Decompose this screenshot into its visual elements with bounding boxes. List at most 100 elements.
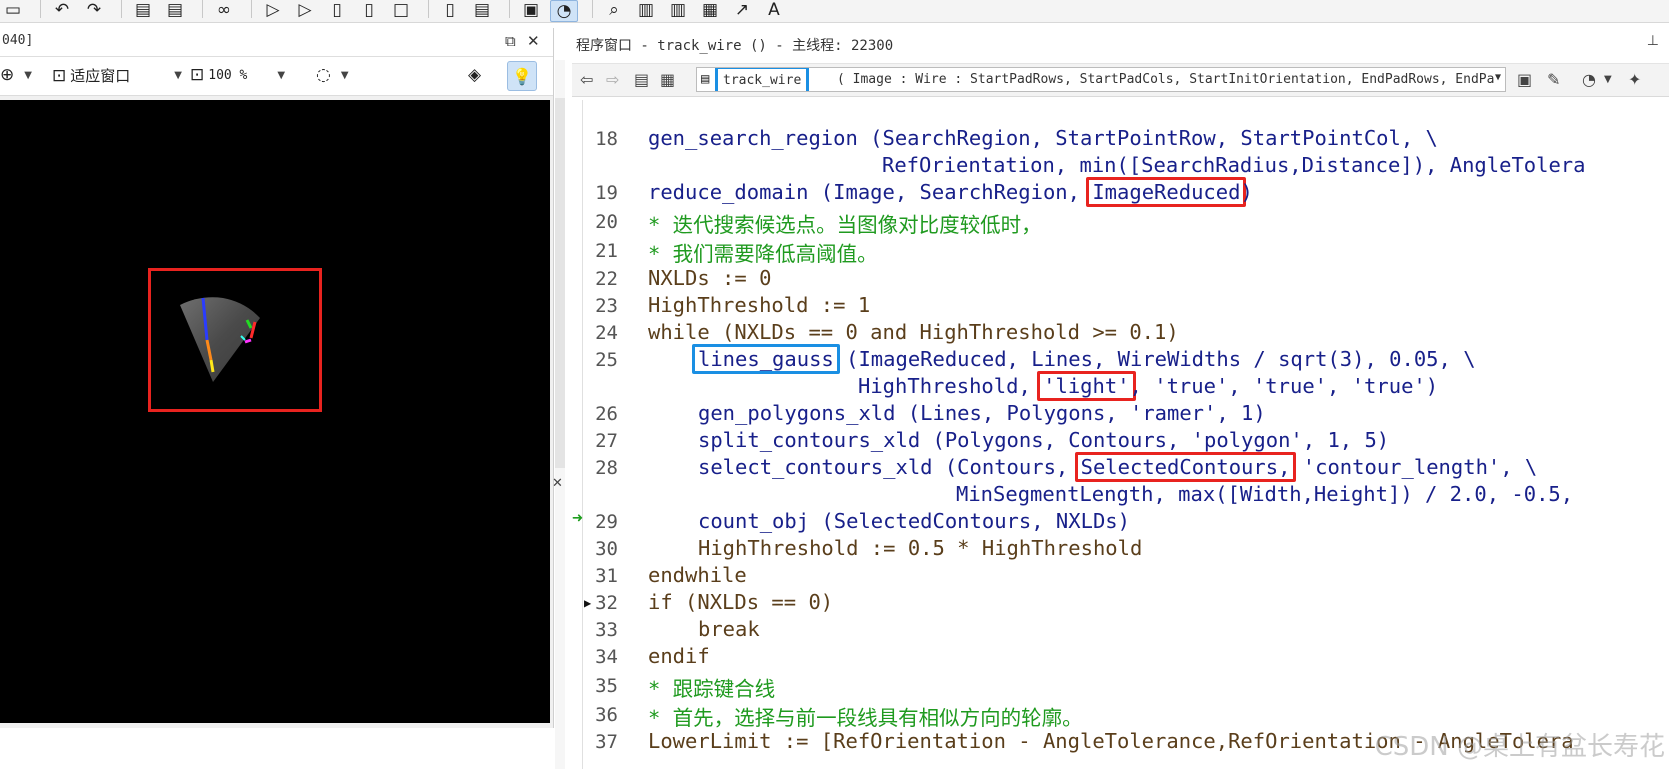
line-number: 36 <box>595 704 618 726</box>
code-line[interactable]: gen_polygons_xld (Lines, Polygons, 'rame… <box>698 401 1266 425</box>
restore-window-button[interactable]: ⧉ <box>505 32 516 50</box>
procedure-selector[interactable]: ▤ track_wire ( Image : Wire : StartPadRo… <box>696 67 1506 92</box>
chevron-down-icon: ▼ <box>24 69 32 81</box>
line-number: 25 <box>595 349 618 371</box>
undo-icon[interactable]: ↶ <box>49 0 75 20</box>
code-line[interactable]: count_obj (SelectedContours, NXLDs) <box>698 509 1130 533</box>
code-line[interactable]: split_contours_xld (Polygons, Contours, … <box>698 428 1389 452</box>
document-icon[interactable]: ▤ <box>469 0 495 20</box>
code-line[interactable]: break <box>698 617 760 641</box>
line-number: 22 <box>595 268 618 290</box>
chevron-down-icon[interactable]: ▼ <box>1604 74 1612 85</box>
program-counter-arrow-icon: ➜ <box>572 508 583 529</box>
comment-line[interactable]: * 跟踪键合线 <box>648 672 775 702</box>
code-line[interactable]: reduce_domain (Image, SearchRegion, Imag… <box>648 177 1253 207</box>
code-line[interactable]: select_contours_xld (Contours, SelectedC… <box>698 452 1538 482</box>
stopwatch-icon[interactable]: ◔ <box>1582 70 1596 89</box>
wand-icon[interactable]: ✦ <box>1628 70 1641 89</box>
code-text: ) <box>1240 180 1253 204</box>
code-text: HighThreshold, <box>858 374 1044 398</box>
line-profile-icon[interactable]: ▥ <box>665 0 691 20</box>
feature-histogram-icon[interactable]: ↗ <box>729 0 755 20</box>
edit-procedure-icon[interactable]: ✎ <box>1547 70 1560 89</box>
assistant-icon[interactable]: ▣ <box>518 0 544 20</box>
code-line[interactable]: endwhile <box>648 563 747 587</box>
graphics-window-title: 040] <box>2 33 34 48</box>
draw-shape-icon: ◌ <box>316 65 331 85</box>
close-icon[interactable]: ✕ <box>552 476 563 491</box>
export-procedure-icon[interactable]: ▣ <box>1517 70 1532 89</box>
code-line[interactable]: HighThreshold := 1 <box>648 293 870 317</box>
line-number: 35 <box>595 675 618 697</box>
highlight-lines-gauss: lines_gauss <box>692 344 840 374</box>
line-number: 31 <box>595 565 618 587</box>
line-number: 24 <box>595 322 618 344</box>
comment-line[interactable]: * 首先，选择与前一段线具有相似方向的轮廓。 <box>648 701 1083 731</box>
code-line[interactable]: HighThreshold := 0.5 * HighThreshold <box>698 536 1142 560</box>
close-window-button[interactable]: ✕ <box>527 32 540 50</box>
draw-mode-select[interactable]: ◌ ▼ <box>316 65 349 85</box>
zoom-tool[interactable]: ⊕ ▼ <box>0 65 32 85</box>
forward-icon[interactable]: ⇨ <box>606 70 619 89</box>
line-number: 34 <box>595 646 618 668</box>
code-line[interactable]: MinSegmentLength, max([Width,Height]) / … <box>956 482 1573 506</box>
gray-histogram-icon[interactable]: ▦ <box>697 0 723 20</box>
code-line[interactable]: while (NXLDs == 0 and HighThreshold >= 0… <box>648 320 1179 344</box>
procedure-signature: ( Image : Wire : StartPadRows, StartPadC… <box>837 72 1495 87</box>
histogram-icon[interactable]: ▥ <box>633 0 659 20</box>
code-line[interactable]: if (NXLDs == 0) <box>648 590 833 614</box>
ocr-icon[interactable]: A <box>761 0 787 20</box>
comment-line[interactable]: * 我们需要降低高阈值。 <box>648 237 878 267</box>
wire-segment-yellow <box>209 359 215 373</box>
code-line[interactable]: RefOrientation, min([SearchRadius,Distan… <box>882 153 1586 177</box>
binoculars-icon[interactable]: ∞ <box>211 0 237 20</box>
redo-icon[interactable]: ↷ <box>81 0 107 20</box>
run-icon[interactable]: ▷ <box>260 0 286 20</box>
code-line[interactable]: lines_gauss (ImageReduced, Lines, WireWi… <box>692 344 1476 374</box>
zoom-factor-icon: ⊡ <box>190 65 205 85</box>
export-icon[interactable]: ▯ <box>437 0 463 20</box>
code-line[interactable]: gen_search_region (SearchRegion, StartPo… <box>648 126 1438 150</box>
toolbar-separator <box>202 0 203 18</box>
lightbulb-button[interactable]: 💡 <box>507 61 537 91</box>
wire-segment-magenta <box>244 338 252 344</box>
line-number: 21 <box>595 240 618 262</box>
comment-line[interactable]: * 迭代搜索候选点。当图像对比度较低时， <box>648 208 1042 238</box>
fit-window-button[interactable]: ⊡ 适应窗口 ▼ <box>52 65 182 86</box>
main-toolbar: ▭ ↶ ↷ ▤ ▤ ∞ ▷ ▷ ▯ ▯ □ ▯ ▤ ▣ ◔ ⌕ ▥ ▥ ▦ ↗ … <box>0 0 1669 23</box>
program-window: 程序窗口 - track_wire () - 主线程: 22300 ⊥ ⇦ ⇨ … <box>572 28 1669 769</box>
code-text: , 'true', 'true', 'true') <box>1129 374 1439 398</box>
zoom-value: 100 % <box>208 67 248 83</box>
back-icon[interactable]: ⇦ <box>580 70 593 89</box>
zoom-factor-select[interactable]: ⊡ 100 % ▼ <box>190 65 285 85</box>
watermark: CSDN @桌上有盆长寿花 <box>1374 732 1665 762</box>
pin-icon[interactable]: ⊥ <box>1647 33 1659 49</box>
chevron-down-icon: ▼ <box>277 69 286 81</box>
code-line[interactable]: endif <box>648 644 710 668</box>
zoom-icon[interactable]: ⌕ <box>601 0 627 20</box>
remove-breakpoint-icon[interactable]: ▤ <box>162 0 188 20</box>
ultrasound-fan-image <box>180 297 260 382</box>
stop-icon[interactable]: □ <box>388 0 414 20</box>
code-line[interactable]: NXLDs := 0 <box>648 266 771 290</box>
grid-icon[interactable]: ▦ <box>660 70 675 89</box>
code-line[interactable]: HighThreshold, 'light', 'true', 'true', … <box>858 371 1439 401</box>
step-over-icon[interactable]: ▷ <box>292 0 318 20</box>
line-number: 26 <box>595 403 618 425</box>
code-editor[interactable]: 18 19 20 21 22 23 24 25 26 27 28 29 30 3… <box>572 100 1669 769</box>
profiler-icon[interactable]: ◔ <box>550 0 578 22</box>
add-breakpoint-icon[interactable]: ▤ <box>130 0 156 20</box>
fit-window-icon: ⊡ <box>52 65 67 86</box>
window-icon[interactable]: ▭ <box>0 0 26 20</box>
line-number: 20 <box>595 211 618 233</box>
line-number: 28 <box>595 457 618 479</box>
clipboard-icon[interactable]: ▤ <box>634 70 649 89</box>
code-text: 'contour_length', \ <box>1290 455 1538 479</box>
layers-button[interactable]: ◈ <box>468 65 485 85</box>
line-number: 27 <box>595 430 618 452</box>
step-out-icon[interactable]: ▯ <box>356 0 382 20</box>
step-into-icon[interactable]: ▯ <box>324 0 350 20</box>
code-text: (ImageReduced, Lines, WireWidths / sqrt(… <box>833 347 1476 371</box>
procedure-icon: ▤ <box>701 71 710 87</box>
image-canvas[interactable] <box>0 100 550 723</box>
